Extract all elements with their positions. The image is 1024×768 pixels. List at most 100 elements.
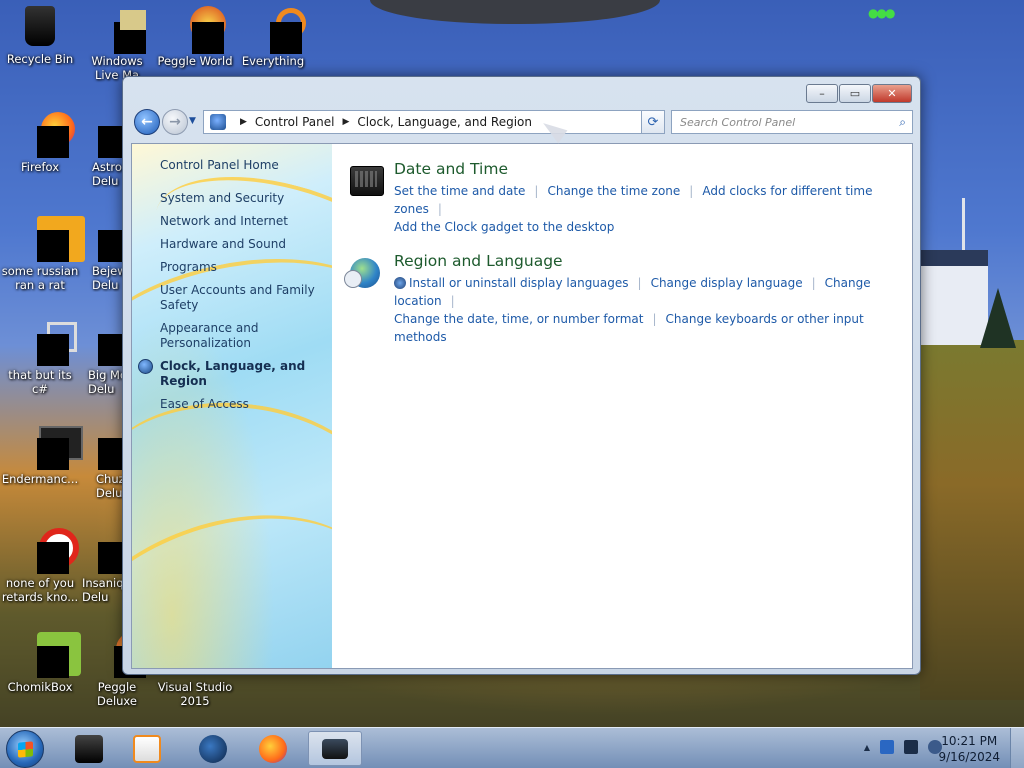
desktop-icon-label: none of you retards kno... bbox=[1, 576, 79, 604]
sidebar-item-network-internet[interactable]: Network and Internet bbox=[160, 214, 330, 229]
link-change-display-language[interactable]: Change display language bbox=[651, 276, 803, 290]
back-button[interactable]: ← bbox=[134, 109, 160, 135]
taskbar-app-globe[interactable] bbox=[186, 731, 240, 766]
desktop-icon-peggle-world[interactable]: Peggle World bbox=[156, 6, 234, 68]
taskbar-clock[interactable]: 10:21 PM 9/16/2024 bbox=[938, 733, 1000, 765]
link-set-time-date[interactable]: Set the time and date bbox=[394, 184, 525, 198]
bluetooth-icon[interactable] bbox=[880, 740, 894, 754]
sidebar-item-control-panel-home[interactable]: Control Panel Home bbox=[160, 158, 330, 173]
windows-live-icon bbox=[100, 6, 146, 54]
sidebar-item-user-accounts[interactable]: User Accounts and Family Safety bbox=[160, 283, 330, 313]
link-install-uninstall-languages[interactable]: Install or uninstall display languages bbox=[409, 276, 629, 290]
forward-button[interactable]: → bbox=[162, 109, 188, 135]
sidebar-item-appearance[interactable]: Appearance and Personalization bbox=[160, 321, 330, 351]
desktop-icon-label: Insaniq Delu bbox=[82, 576, 124, 604]
sidebar-item-ease-of-access[interactable]: Ease of Access bbox=[160, 397, 330, 412]
link-change-time-zone[interactable]: Change the time zone bbox=[547, 184, 680, 198]
firefox-icon bbox=[23, 112, 75, 158]
arrow-left-icon: ← bbox=[141, 114, 153, 130]
desktop-icon-chuzzle[interactable]: Chuz Delu bbox=[78, 424, 124, 500]
app-window-icon bbox=[23, 424, 83, 470]
desktop-icon-that-but-csharp[interactable]: that but its c# bbox=[1, 320, 79, 396]
category-links: Install or uninstall display languages | C… bbox=[394, 274, 902, 346]
desktop-icon-firefox[interactable]: Firefox bbox=[1, 112, 79, 174]
refresh-button[interactable]: ⟳ bbox=[641, 110, 665, 134]
sidebar-item-clock-language-region[interactable]: Clock, Language, and Region bbox=[138, 359, 330, 389]
breadcrumb-control-panel[interactable]: Control Panel bbox=[255, 115, 335, 129]
taskbar-media-player[interactable] bbox=[120, 731, 174, 766]
show-hidden-icons-button[interactable]: ▲ bbox=[864, 743, 870, 752]
taskbar: ▲ 10:21 PM 9/16/2024 bbox=[0, 727, 1024, 768]
maximize-button[interactable]: ▭ bbox=[839, 84, 871, 103]
category-date-time: Date and Time Set the time and date | Chan… bbox=[344, 160, 902, 236]
refresh-icon: ⟳ bbox=[647, 114, 659, 130]
wallpaper-house bbox=[918, 250, 988, 345]
taskbar-app-1[interactable] bbox=[62, 731, 116, 766]
wallpaper-tree bbox=[980, 288, 1016, 348]
desktop-icon-chomikbox[interactable]: ChomikBox bbox=[1, 632, 81, 694]
sidebar-item-system-security[interactable]: System and Security bbox=[160, 191, 330, 206]
start-button[interactable] bbox=[6, 730, 44, 768]
desktop-icon-windows-live[interactable]: Windows Live Ma bbox=[78, 6, 156, 82]
desktop-icon-endermanch[interactable]: Endermanc... bbox=[1, 424, 83, 486]
desktop-icon-some-russian[interactable]: some russian ran a rat bbox=[1, 216, 85, 292]
search-box[interactable]: ⌕ bbox=[671, 110, 913, 134]
desktop-icon-label: Firefox bbox=[20, 160, 60, 174]
breadcrumb-separator-icon[interactable]: ▶ bbox=[240, 117, 247, 127]
category-title-region-language[interactable]: Region and Language bbox=[394, 252, 902, 270]
clock-keyboard-icon[interactable] bbox=[350, 166, 384, 196]
minimize-button[interactable]: – bbox=[806, 84, 838, 103]
monitor-icon[interactable] bbox=[904, 740, 918, 754]
link-add-clock-gadget[interactable]: Add the Clock gadget to the desktop bbox=[394, 220, 614, 234]
desktop-icon-recycle-bin[interactable]: Recycle Bin bbox=[1, 6, 79, 66]
category-title-date-time[interactable]: Date and Time bbox=[394, 160, 902, 178]
shortcut-icon bbox=[23, 320, 77, 366]
desktop-icon-everything[interactable]: Everything bbox=[234, 6, 312, 68]
peggle-world-icon bbox=[178, 6, 226, 54]
recent-pages-dropdown-icon[interactable]: ▼ bbox=[189, 116, 196, 126]
desktop-icon-insaniquarium[interactable]: Insaniq Delu bbox=[78, 528, 124, 604]
link-change-date-time-format[interactable]: Change the date, time, or number format bbox=[394, 312, 643, 326]
chomikbox-icon bbox=[23, 632, 81, 678]
astro-icon bbox=[84, 112, 124, 158]
search-input[interactable] bbox=[680, 115, 880, 129]
desktop-icon-label: Visual Studio 2015 bbox=[157, 680, 233, 708]
control-panel-window: – ▭ ✕ ← → ▼ ▶ Control Panel ▶ Clock, Lan… bbox=[122, 76, 921, 675]
clock-time: 10:21 PM bbox=[941, 734, 998, 748]
desktop-icon-label: that but its c# bbox=[8, 368, 72, 396]
taskbar-firefox[interactable] bbox=[246, 731, 300, 766]
media-player-icon bbox=[133, 734, 161, 763]
desktop-icon-label: Everything bbox=[241, 54, 305, 68]
recycle-bin-icon bbox=[25, 6, 55, 46]
desktop-icon-label: Big Mo Delu bbox=[88, 368, 124, 396]
opera-icon bbox=[23, 528, 79, 574]
link-divider: | bbox=[637, 276, 642, 290]
chuzzle-icon bbox=[84, 424, 124, 470]
close-button[interactable]: ✕ bbox=[872, 84, 912, 103]
desktop-icon-label: some russian ran a rat bbox=[1, 264, 79, 292]
address-bar[interactable]: ▶ Control Panel ▶ Clock, Language, and R… bbox=[203, 110, 665, 134]
sidebar-item-programs[interactable]: Programs bbox=[160, 260, 330, 275]
file-icon bbox=[23, 216, 85, 262]
category-region-language: Region and Language Install or uninstall… bbox=[344, 252, 902, 346]
breadcrumb-separator-icon[interactable]: ▶ bbox=[343, 117, 350, 127]
desktop-icon-big-money[interactable]: Big Mo Delu bbox=[78, 320, 124, 396]
desktop-icon-label: Bejew Delu bbox=[92, 264, 124, 292]
app-box-icon bbox=[75, 734, 103, 763]
sidebar-item-label: Clock, Language, and Region bbox=[160, 359, 306, 388]
desktop-icon-bejeweled[interactable]: Bejew Delu bbox=[78, 216, 124, 292]
desktop-icon-label: ChomikBox bbox=[7, 680, 73, 694]
taskbar-control-panel[interactable] bbox=[308, 731, 362, 766]
breadcrumb-clock-language-region[interactable]: Clock, Language, and Region bbox=[357, 115, 532, 129]
search-icon[interactable]: ⌕ bbox=[899, 115, 906, 130]
desktop-icon-astro[interactable]: Astro Delu bbox=[78, 112, 124, 188]
sidebar-item-hardware-sound[interactable]: Hardware and Sound bbox=[160, 237, 330, 252]
control-panel-icon bbox=[210, 114, 226, 130]
show-desktop-button[interactable] bbox=[1010, 728, 1024, 768]
wallpaper-hill bbox=[920, 340, 1024, 700]
arrow-right-icon: → bbox=[169, 114, 181, 130]
everything-icon bbox=[256, 6, 306, 54]
desktop-icon-none-of-you[interactable]: none of you retards kno... bbox=[1, 528, 79, 604]
left-navigation-pane: Control Panel Home System and Security N… bbox=[132, 144, 332, 668]
clock-icon bbox=[344, 270, 362, 288]
